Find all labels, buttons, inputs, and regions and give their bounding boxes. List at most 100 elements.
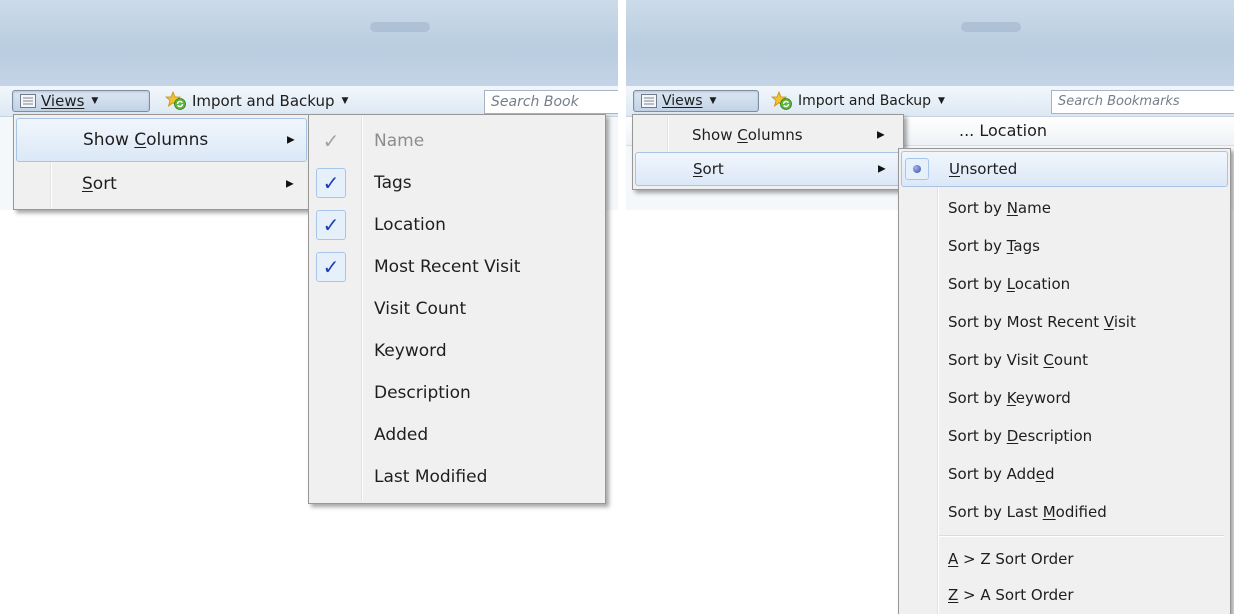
column-item-added[interactable]: Added [311, 414, 603, 456]
column-item-location[interactable]: ✓ Location [311, 204, 603, 246]
access-key-letter: M [1042, 503, 1056, 521]
search-bookmarks-input[interactable]: Search Bookmarks [1051, 90, 1234, 114]
sort-label: A > Z Sort Order [948, 550, 1074, 568]
import-backup-label: Import and Backup [192, 92, 335, 110]
submenu-arrow-icon: ▶ [287, 134, 295, 146]
views-label-text: Views [662, 93, 703, 109]
sort-item-description[interactable]: Sort by Description [901, 417, 1228, 455]
sort-label: Sort by Name [948, 199, 1051, 217]
caret-down-icon: ▼ [709, 96, 717, 106]
menu-item-sort[interactable]: Sort ▶ [16, 162, 307, 206]
menu-item-label: Sort [693, 160, 724, 178]
views-button[interactable]: Views ▼ [12, 90, 150, 112]
sort-item-added[interactable]: Sort by Added [901, 455, 1228, 493]
caret-down-icon: ▼ [91, 96, 99, 106]
sort-item-ascending[interactable]: A > Z Sort Order [901, 541, 1228, 577]
sort-label: Sort by Description [948, 427, 1093, 445]
views-menu: Show Columns ▶ Sort ▶ [13, 114, 310, 210]
access-key-letter: N [1006, 199, 1018, 217]
access-key-letter: e [1035, 465, 1045, 483]
access-key-letter: S [82, 174, 93, 194]
column-header-location[interactable]: ... Location [959, 121, 1047, 140]
left-screenshot-panel: Views ▼ Import and Backup ▼ Search Book … [0, 0, 618, 614]
column-label: Location [374, 215, 446, 235]
access-key-letter: K [1006, 389, 1016, 407]
sort-item-location[interactable]: Sort by Location [901, 265, 1228, 303]
window-title-bar [626, 0, 1234, 86]
access-key-letter: T [1006, 237, 1014, 255]
menu-item-label: Sort [82, 174, 117, 194]
title-bar-blur [961, 22, 1021, 32]
access-key-letter: V [1103, 313, 1114, 331]
submenu-arrow-icon: ▶ [877, 129, 885, 141]
sort-text: Sort [82, 174, 117, 194]
sort-item-unsorted[interactable]: Unsorted [901, 151, 1228, 187]
column-label: Visit Count [374, 299, 467, 319]
sort-label: Unsorted [949, 160, 1018, 178]
check-icon: ✓ [322, 129, 340, 153]
sort-label: Sort by Added [948, 465, 1055, 483]
column-label: Tags [374, 173, 412, 193]
sort-label: Z > A Sort Order [948, 586, 1074, 604]
sort-item-last-modified[interactable]: Sort by Last Modified [901, 493, 1228, 531]
sort-item-most-recent-visit[interactable]: Sort by Most Recent Visit [901, 303, 1228, 341]
import-backup-button[interactable]: Import and Backup ▼ [764, 90, 952, 112]
views-button[interactable]: Views ▼ [633, 90, 759, 112]
column-item-tags[interactable]: ✓ Tags [311, 162, 603, 204]
sort-item-visit-count[interactable]: Sort by Visit Count [901, 341, 1228, 379]
menu-item-show-columns[interactable]: Show Columns ▶ [16, 118, 307, 162]
column-label: Most Recent Visit [374, 257, 521, 277]
sort-item-tags[interactable]: Sort by Tags [901, 227, 1228, 265]
import-backup-button[interactable]: Import and Backup ▼ [158, 90, 355, 112]
column-label: Name [374, 131, 425, 151]
column-item-last-modified[interactable]: Last Modified [311, 456, 603, 498]
search-bookmarks-input[interactable]: Search Book [484, 90, 618, 114]
caret-down-icon: ▼ [341, 96, 349, 106]
library-toolbar: Views ▼ Import and Backup ▼ Search Bookm… [626, 86, 1234, 117]
sort-label: Sort by Visit Count [948, 351, 1088, 369]
access-key-letter: A [948, 550, 959, 568]
access-key-letter: S [693, 160, 703, 178]
column-label: Keyword [374, 341, 447, 361]
views-menu: Show Columns ▶ Sort ▶ [632, 114, 904, 190]
sort-label: Sort by Last Modified [948, 503, 1107, 521]
column-item-visit-count[interactable]: Visit Count [311, 288, 603, 330]
submenu-arrow-icon: ▶ [878, 163, 886, 175]
submenu-arrow-icon: ▶ [286, 178, 294, 190]
access-key-letter: L [1006, 275, 1015, 293]
sort-item-descending[interactable]: Z > A Sort Order [901, 577, 1228, 613]
column-item-name: ✓ Name [311, 120, 603, 162]
views-label-text: Views [41, 92, 85, 110]
caret-down-icon: ▼ [938, 96, 945, 106]
access-key-letter: C [737, 126, 748, 144]
column-item-keyword[interactable]: Keyword [311, 330, 603, 372]
column-item-most-recent-visit[interactable]: ✓ Most Recent Visit [311, 246, 603, 288]
radio-dot [913, 165, 921, 173]
check-icon: ✓ [316, 168, 346, 198]
sort-item-name[interactable]: Sort by Name [901, 189, 1228, 227]
sort-label: Sort by Tags [948, 237, 1040, 255]
sort-label: Sort by Location [948, 275, 1071, 293]
access-key-letter: U [949, 160, 960, 178]
menu-item-sort[interactable]: Sort ▶ [635, 152, 901, 186]
column-label: Added [374, 425, 429, 445]
star-sync-icon [771, 91, 792, 110]
access-key-letter: D [1006, 427, 1019, 445]
column-label: Description [374, 383, 471, 403]
right-screenshot-panel: Views ▼ Import and Backup ▼ Search Bookm… [626, 0, 1234, 614]
sort-text: Sort [693, 160, 724, 178]
sort-label: Sort by Most Recent Visit [948, 313, 1136, 331]
menu-item-show-columns[interactable]: Show Columns ▶ [635, 118, 901, 152]
check-icon: ✓ [316, 252, 346, 282]
column-label: Last Modified [374, 467, 488, 487]
views-button-label: Views [662, 93, 703, 109]
access-key-letter: Z [948, 586, 959, 604]
sort-item-keyword[interactable]: Sort by Keyword [901, 379, 1228, 417]
list-view-icon [641, 94, 657, 108]
sort-label: Sort by Keyword [948, 389, 1071, 407]
show-columns-text: Show Columns [83, 130, 209, 150]
show-columns-text: Show Columns [692, 126, 803, 144]
column-item-description[interactable]: Description [311, 372, 603, 414]
menu-item-label: Show Columns [692, 126, 803, 144]
import-backup-label: Import and Backup [798, 93, 932, 109]
